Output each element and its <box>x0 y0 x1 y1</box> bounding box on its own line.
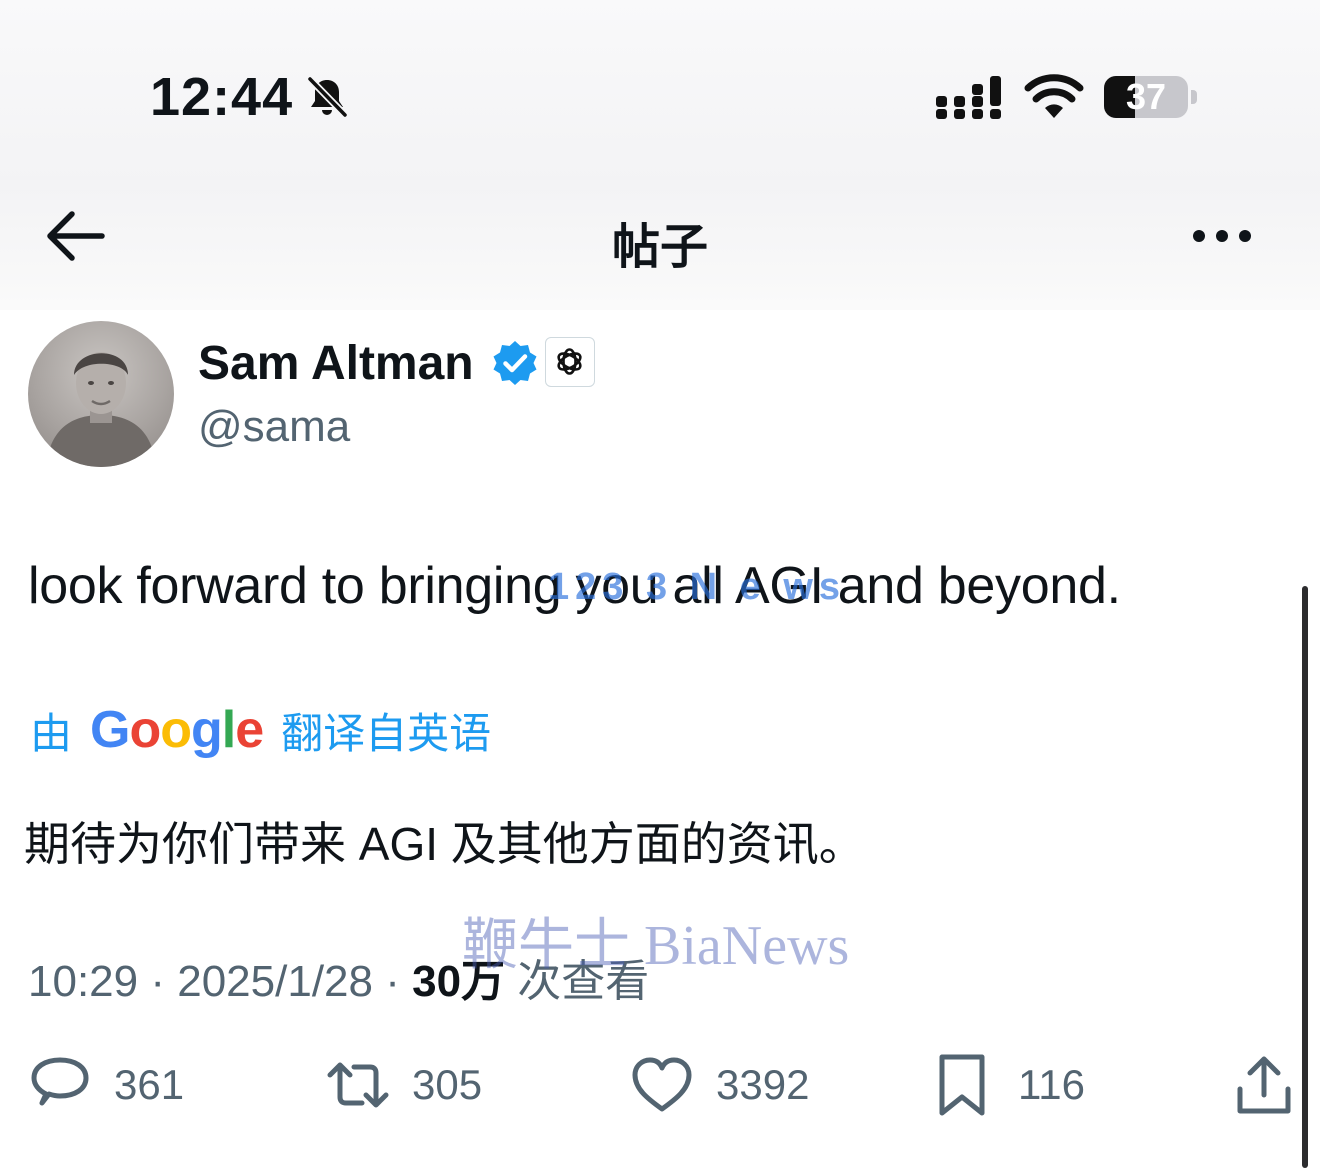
translate-suffix: 翻译自英语 <box>281 709 492 757</box>
reply-icon <box>31 1057 89 1106</box>
retweet-button[interactable]: 305 <box>326 1052 482 1118</box>
verified-badge-icon[interactable] <box>490 338 540 388</box>
openai-logo-icon <box>557 348 582 375</box>
share-button[interactable] <box>1232 1052 1296 1118</box>
ellipsis-icon[interactable] <box>1190 220 1254 252</box>
watermark-bianews: 鞭牛士 BiaNews <box>462 915 850 977</box>
google-letter: e <box>235 701 264 759</box>
watermark-overlay: 123 3 N e ws <box>548 566 847 608</box>
google-logo: Google <box>90 700 264 760</box>
reply-count: 361 <box>114 1061 185 1108</box>
translated-text: 期待为你们带来 AGI 及其他方面的资讯。 <box>24 818 865 870</box>
translate-prefix: 由 <box>30 709 73 757</box>
google-letter: o <box>160 701 192 759</box>
reply-button[interactable]: 361 <box>28 1052 184 1118</box>
heart-icon <box>632 1057 692 1112</box>
retweet-icon <box>327 1062 389 1108</box>
avatar-portrait <box>46 352 156 467</box>
bookmark-count: 116 <box>1018 1061 1085 1108</box>
arrow-left-icon[interactable] <box>44 208 106 264</box>
meta-separator: · <box>150 957 165 1006</box>
bell-slash-icon <box>307 76 348 118</box>
scrollbar[interactable] <box>1302 586 1308 1168</box>
bookmark-icon <box>939 1054 985 1116</box>
avatar[interactable] <box>28 321 174 467</box>
google-letter: g <box>191 701 223 759</box>
cellular-signal-icon <box>936 76 1001 119</box>
translate-attribution[interactable]: 由 Google 翻译自英语 <box>30 700 491 760</box>
page-title: 帖子 <box>611 221 708 274</box>
like-button[interactable]: 3392 <box>630 1052 809 1118</box>
tweet-date[interactable]: 2025/1/28 <box>177 957 373 1006</box>
battery-icon: 37 <box>1104 76 1188 118</box>
google-letter: o <box>129 701 161 759</box>
battery-tip <box>1191 90 1197 104</box>
wifi-icon <box>1024 74 1084 118</box>
author-handle[interactable]: @sama <box>198 402 350 452</box>
meta-separator: · <box>385 957 400 1006</box>
retweet-count: 305 <box>412 1061 483 1108</box>
author-name[interactable]: Sam Altman <box>198 336 474 391</box>
share-icon <box>1237 1056 1291 1114</box>
tweet-time[interactable]: 10:29 <box>28 957 138 1006</box>
battery-percent: 37 <box>1125 76 1167 117</box>
status-time: 12:44 <box>150 67 294 127</box>
bookmark-button[interactable]: 116 <box>932 1052 1085 1118</box>
affiliation-badge[interactable] <box>545 337 595 387</box>
google-letter: G <box>90 701 130 759</box>
like-count: 3392 <box>716 1061 810 1108</box>
google-letter: l <box>221 701 236 759</box>
